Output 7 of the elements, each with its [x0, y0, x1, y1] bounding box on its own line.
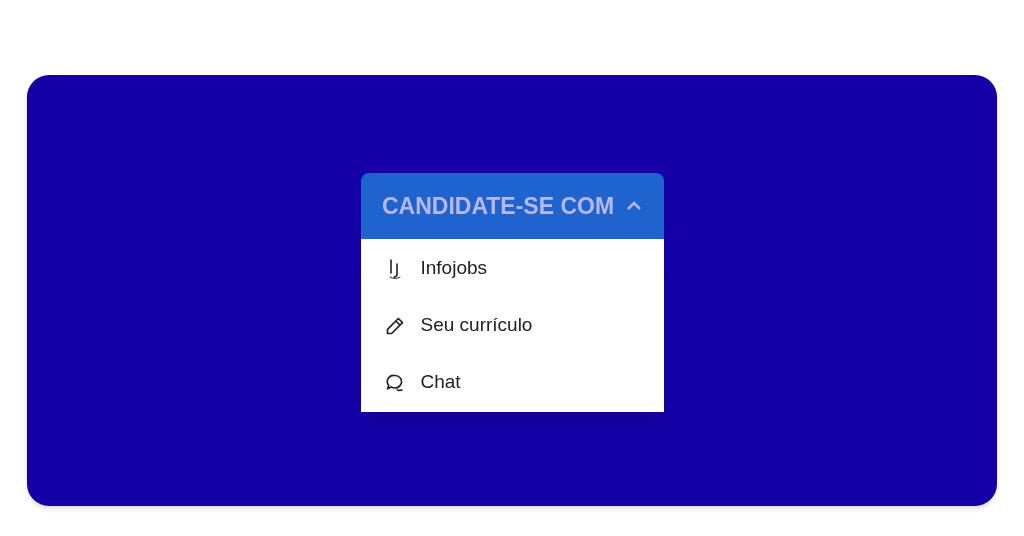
menu-item[interactable]: Infojobs: [360, 240, 664, 297]
menu-item[interactable]: Seu currículo: [360, 297, 664, 354]
caret-icon: [626, 201, 643, 211]
pencil-icon: [384, 315, 405, 336]
logo-icon: [387, 257, 402, 280]
menu-item[interactable]: Chat: [360, 354, 664, 411]
chat-icon: [384, 372, 405, 393]
